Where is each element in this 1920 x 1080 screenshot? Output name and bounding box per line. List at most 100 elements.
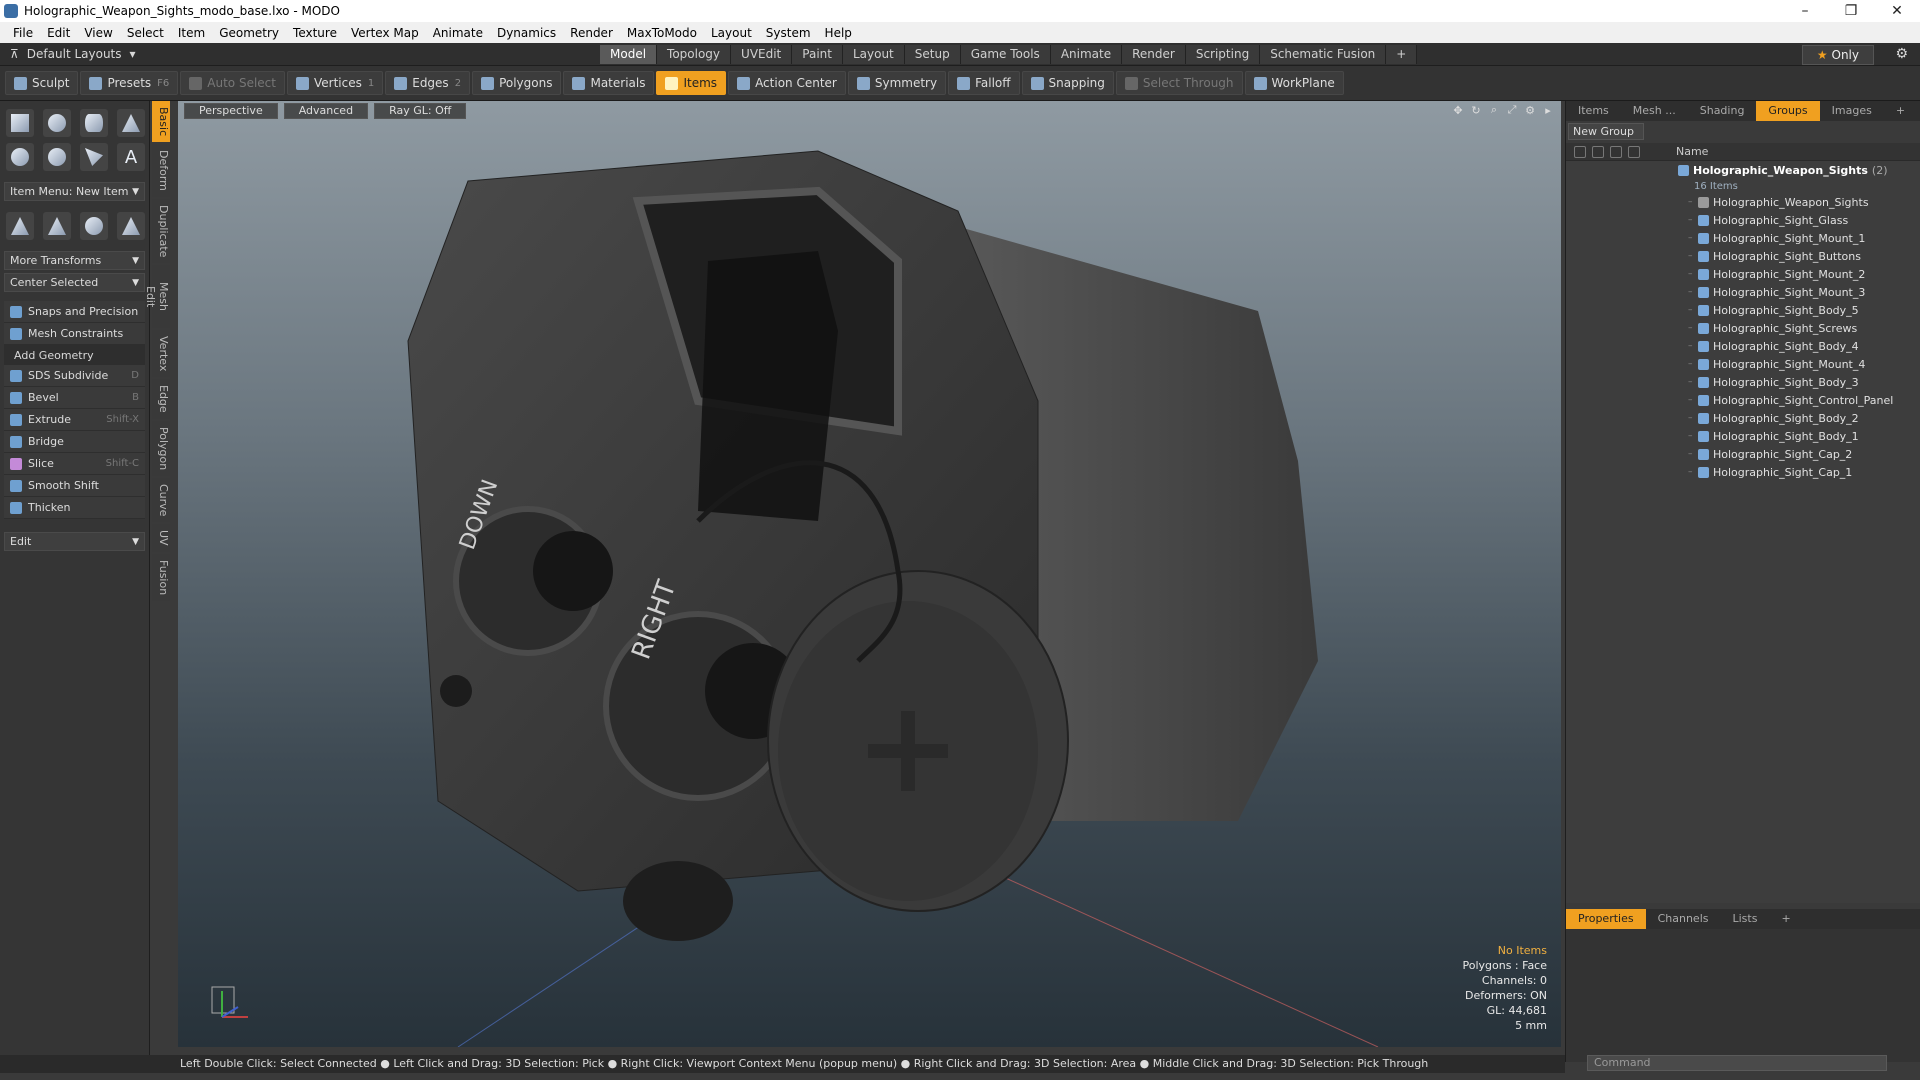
zoom-icon[interactable]: ⌕: [1487, 103, 1501, 117]
new-group-button[interactable]: New Group: [1568, 123, 1644, 140]
add-tab-icon[interactable]: +: [1884, 101, 1917, 121]
tab-animate[interactable]: Animate: [1050, 44, 1123, 64]
smooth-shift-button[interactable]: Smooth Shift: [4, 475, 145, 497]
add-tab-icon[interactable]: +: [1769, 909, 1802, 929]
tree-item[interactable]: – Holographic_Sight_Cap_2: [1566, 445, 1920, 463]
tab-setup[interactable]: Setup: [904, 44, 961, 64]
symmetry-button[interactable]: Symmetry: [847, 71, 947, 95]
cylinder-tool[interactable]: [80, 109, 108, 137]
tree-item[interactable]: – Holographic_Sight_Mount_4: [1566, 355, 1920, 373]
snaps-button[interactable]: Snaps and Precision: [4, 301, 145, 323]
menu-geometry[interactable]: Geometry: [212, 26, 286, 40]
tree-item[interactable]: – Holographic_Weapon_Sights: [1566, 193, 1920, 211]
tab-layout[interactable]: Layout: [842, 44, 905, 64]
eye-icon[interactable]: [1574, 145, 1586, 158]
move-tool[interactable]: [6, 212, 34, 240]
extrude-button[interactable]: Extrude Shift-X: [4, 409, 145, 431]
vtab-curve[interactable]: Curve: [152, 477, 170, 523]
vtab-duplicate[interactable]: Duplicate: [152, 199, 170, 264]
center-selected-dropdown[interactable]: Center Selected ▼: [4, 273, 145, 292]
tree-item[interactable]: – Holographic_Sight_Body_4: [1566, 337, 1920, 355]
tab-uvedit[interactable]: UVEdit: [731, 44, 793, 64]
select-through-button[interactable]: Select Through: [1115, 71, 1243, 95]
materials-button[interactable]: Materials: [563, 71, 655, 95]
tree-item[interactable]: – Holographic_Sight_Body_2: [1566, 409, 1920, 427]
more-transforms-dropdown[interactable]: More Transforms ▼: [4, 251, 145, 270]
tree-item[interactable]: – Holographic_Sight_Body_5: [1566, 301, 1920, 319]
menu-help[interactable]: Help: [818, 26, 859, 40]
vtab-vertex[interactable]: Vertex: [152, 329, 170, 377]
vtab-deform[interactable]: Deform: [152, 144, 170, 198]
rotate-tool[interactable]: [43, 212, 71, 240]
name-column-header[interactable]: Name: [1666, 145, 1708, 158]
vtab-edge[interactable]: Edge: [152, 378, 170, 419]
menu-file[interactable]: File: [6, 26, 40, 40]
perspective-dropdown[interactable]: Perspective: [184, 103, 278, 119]
bevel-button[interactable]: Bevel B: [4, 387, 145, 409]
gear-icon[interactable]: ⚙: [1895, 46, 1908, 62]
command-input[interactable]: Command: [1587, 1055, 1887, 1071]
close-button[interactable]: ✕: [1874, 0, 1920, 22]
tab-shading[interactable]: Shading: [1688, 101, 1757, 121]
tree-item[interactable]: – Holographic_Sight_Mount_2: [1566, 265, 1920, 283]
menu-animate[interactable]: Animate: [426, 26, 490, 40]
tab-groups[interactable]: Groups: [1756, 101, 1820, 121]
edit-dropdown[interactable]: Edit ▼: [4, 532, 145, 551]
items-button[interactable]: Items: [656, 71, 727, 95]
tab-lists[interactable]: Lists: [1721, 909, 1770, 929]
menu-system[interactable]: System: [759, 26, 818, 40]
capsule-tool[interactable]: [43, 143, 71, 171]
menu-dynamics[interactable]: Dynamics: [490, 26, 563, 40]
vtab-fusion[interactable]: Fusion: [152, 553, 170, 601]
menu-edit[interactable]: Edit: [40, 26, 77, 40]
tab-channels[interactable]: Channels: [1646, 909, 1721, 929]
text-tool[interactable]: A: [117, 143, 145, 171]
transform-tool[interactable]: [117, 212, 145, 240]
tab-schematic-fusion[interactable]: Schematic Fusion: [1260, 44, 1387, 64]
bridge-button[interactable]: Bridge: [4, 431, 145, 453]
select-icon[interactable]: [1610, 145, 1622, 158]
render-icon[interactable]: [1628, 145, 1640, 158]
tab-render[interactable]: Render: [1122, 44, 1186, 64]
3d-viewport[interactable]: DOWN RIGHT Perspective Advanced Ray GL: …: [178, 101, 1561, 1047]
falloff-button[interactable]: Falloff: [948, 71, 1020, 95]
cone-tool[interactable]: [117, 109, 145, 137]
workplane-button[interactable]: WorkPlane: [1244, 71, 1344, 95]
polygons-button[interactable]: Polygons: [472, 71, 562, 95]
vtab-polygon[interactable]: Polygon: [152, 420, 170, 476]
tree-item[interactable]: – Holographic_Sight_Body_3: [1566, 373, 1920, 391]
auto-select-button[interactable]: Auto Select: [180, 71, 285, 95]
tree-item[interactable]: – Holographic_Sight_Mount_3: [1566, 283, 1920, 301]
group-root[interactable]: Holographic_Weapon_Sights (2): [1566, 161, 1920, 179]
tree-item[interactable]: – Holographic_Sight_Buttons: [1566, 247, 1920, 265]
pen-tool[interactable]: [80, 143, 108, 171]
maximize-button[interactable]: ❐: [1828, 0, 1874, 22]
fit-icon[interactable]: ⤢: [1505, 103, 1519, 117]
menu-select[interactable]: Select: [120, 26, 171, 40]
menu-item[interactable]: Item: [171, 26, 212, 40]
edges-button[interactable]: Edges 2: [385, 71, 471, 95]
vtab-basic[interactable]: Basic: [152, 101, 170, 143]
tab-scripting[interactable]: Scripting: [1185, 44, 1261, 64]
sds-subdivide-button[interactable]: SDS Subdivide D: [4, 365, 145, 387]
snapping-button[interactable]: Snapping: [1021, 71, 1114, 95]
menu-texture[interactable]: Texture: [286, 26, 344, 40]
tab-topology[interactable]: Topology: [657, 44, 732, 64]
vertices-button[interactable]: Vertices 1: [286, 71, 384, 95]
vtab-mesh-edit[interactable]: Mesh Edit: [144, 265, 170, 328]
tab-items[interactable]: Items: [1566, 101, 1621, 121]
tab-properties[interactable]: Properties: [1566, 909, 1646, 929]
advanced-dropdown[interactable]: Advanced: [283, 103, 369, 119]
tree-item[interactable]: – Holographic_Sight_Cap_1: [1566, 463, 1920, 481]
menu-view[interactable]: View: [77, 26, 119, 40]
menu-vertex-map[interactable]: Vertex Map: [344, 26, 426, 40]
menu-maxtomodo[interactable]: MaxToModo: [620, 26, 704, 40]
tab-game-tools[interactable]: Game Tools: [960, 44, 1051, 64]
minimize-button[interactable]: –: [1782, 0, 1828, 22]
action-center-button[interactable]: Action Center: [728, 71, 846, 95]
raygl-toggle[interactable]: Ray GL: Off: [374, 103, 467, 119]
presets-button[interactable]: Presets F6: [80, 71, 179, 95]
thicken-button[interactable]: Thicken: [4, 497, 145, 519]
tree-item[interactable]: – Holographic_Sight_Mount_1: [1566, 229, 1920, 247]
menu-render[interactable]: Render: [563, 26, 620, 40]
